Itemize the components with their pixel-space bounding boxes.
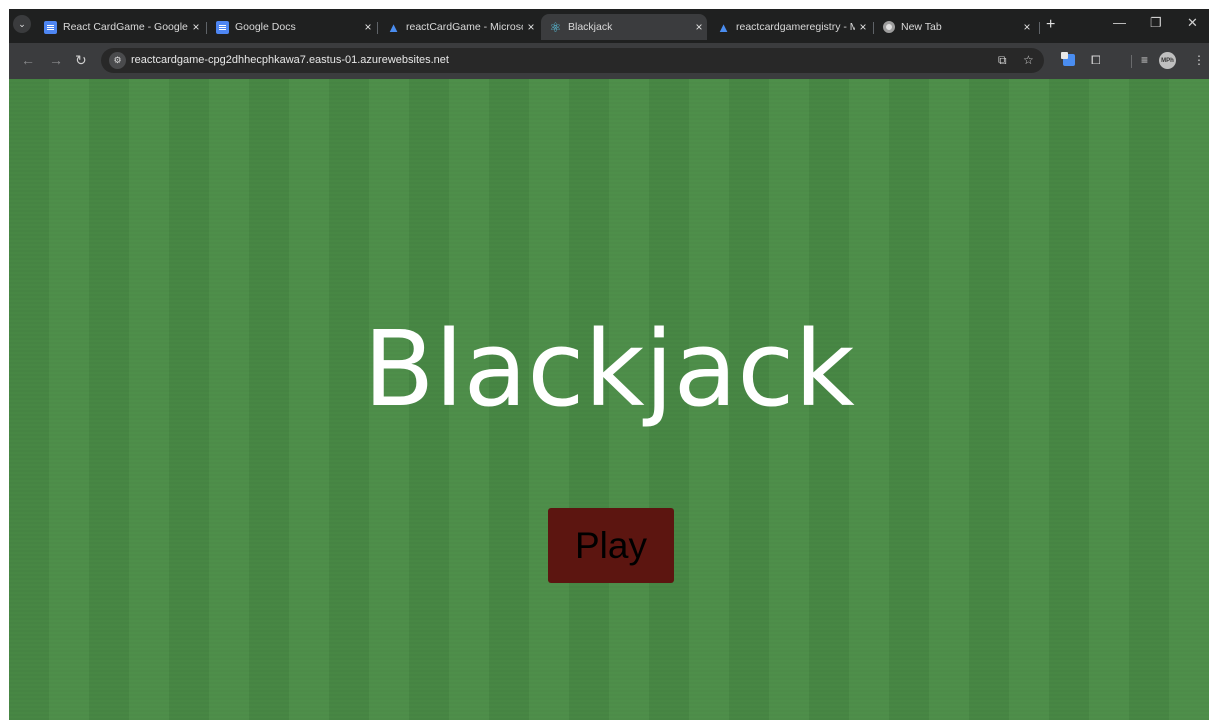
tab-search-button[interactable]: ⌄ [13,15,31,33]
tab-divider [377,22,378,34]
minimize-button[interactable]: — [1113,15,1126,30]
browser-toolbar: ← → ↻ ⚙ reactcardgame-cpg2dhhecphkawa7.e… [9,43,1209,79]
page-content: Blackjack Play [9,79,1209,720]
tab-new-tab[interactable]: New Tab × [875,14,1035,40]
chrome-icon [883,21,895,33]
tab-title: Blackjack [568,21,613,33]
tab-azure-reactcardgame[interactable]: ▲ reactCardGame - Microsoft × [379,14,539,40]
tab-react-cardgame-docs[interactable]: React CardGame - Google × [36,14,204,40]
address-bar[interactable]: ⚙ reactcardgame-cpg2dhhecphkawa7.eastus-… [101,48,1044,73]
tab-divider [1039,22,1040,34]
tab-divider [873,22,874,34]
install-app-icon[interactable]: ⧉ [998,53,1007,68]
url-text[interactable]: reactcardgame-cpg2dhhecphkawa7.eastus-01… [131,54,449,66]
chevron-down-icon: ⌄ [18,18,26,29]
site-info-icon[interactable]: ⚙ [109,52,126,69]
tab-close-button[interactable]: × [691,20,707,34]
restore-button[interactable]: ❐ [1150,15,1162,31]
back-button[interactable]: ← [21,52,35,68]
google-docs-icon [44,20,57,34]
close-window-button[interactable]: ✕ [1187,15,1198,31]
reading-list-icon[interactable]: ≡ [1141,53,1148,67]
tab-close-button[interactable]: × [188,20,204,34]
azure-icon: ▲ [387,19,400,35]
tab-blackjack[interactable]: ⚛ Blackjack × [541,14,707,40]
google-docs-icon [216,20,229,34]
tab-title: reactCardGame - Microsoft [406,21,523,33]
tab-divider [206,22,207,34]
game-title: Blackjack [363,308,855,430]
forward-button[interactable]: → [49,52,63,68]
play-button[interactable]: Play [548,508,674,583]
tab-title: React CardGame - Google [63,21,188,33]
tab-close-button[interactable]: × [855,20,871,34]
tab-close-button[interactable]: × [1019,20,1035,34]
tab-title: New Tab [901,21,942,33]
tab-google-docs[interactable]: Google Docs × [208,14,376,40]
browser-window: ⌄ React CardGame - Google × Google Docs … [9,9,1209,720]
reload-button[interactable]: ↻ [75,52,87,68]
bookmark-star-icon[interactable]: ☆ [1023,53,1034,67]
profile-avatar[interactable]: MPh [1159,52,1176,69]
extensions-puzzle-icon[interactable]: ⧠ [1091,53,1101,67]
tab-azure-registry[interactable]: ▲ reactcardgameregistry - M × [709,14,871,40]
tab-close-button[interactable]: × [523,20,539,34]
new-tab-button[interactable]: + [1046,17,1055,33]
tab-title: Google Docs [235,21,296,33]
translate-extension-icon[interactable] [1061,52,1075,66]
menu-kebab-icon[interactable]: ⋮ [1193,53,1205,67]
tab-title: reactcardgameregistry - M [736,21,855,33]
react-icon: ⚛ [549,19,562,35]
tab-strip: ⌄ React CardGame - Google × Google Docs … [9,9,1209,43]
azure-icon: ▲ [717,19,730,35]
toolbar-divider [1131,55,1132,68]
tab-close-button[interactable]: × [360,20,376,34]
